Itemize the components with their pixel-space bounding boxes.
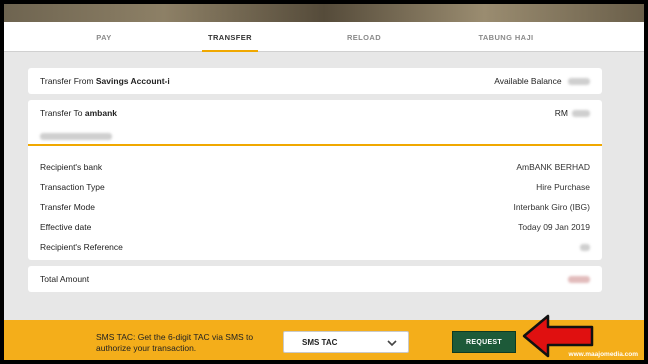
transfer-to-label: Transfer To ambank	[40, 108, 118, 118]
amount-value-redacted	[572, 110, 590, 118]
app-screen: PAY TRANSFER RELOAD TABUNG HAJI Transfer…	[4, 4, 644, 360]
total-row: Total Amount	[28, 266, 602, 292]
detail-row: Effective date Today 09 Jan 2019	[28, 220, 602, 234]
detail-value: Interbank Giro (IBG)	[513, 202, 590, 212]
detail-row: Recipient's Reference	[28, 240, 602, 254]
transfer-amount: RM	[555, 108, 590, 118]
watermark: www.maajomedia.com	[568, 351, 638, 358]
transfer-to-section: Transfer To ambank RM	[28, 100, 602, 146]
request-button[interactable]: REQUEST	[452, 331, 516, 353]
detail-value: AmBANK BERHAD	[516, 162, 590, 172]
detail-label: Recipient's bank	[40, 162, 103, 172]
detail-row: Transfer Mode Interbank Giro (IBG)	[28, 200, 602, 214]
detail-label: Recipient's Reference	[40, 242, 123, 252]
tac-instruction: SMS TAC: Get the 6-digit TAC via SMS to …	[96, 332, 254, 353]
transfer-from-card: Transfer From Savings Account-i Availabl…	[28, 68, 602, 94]
transfer-from-row: Transfer From Savings Account-i Availabl…	[28, 68, 602, 94]
detail-label: Effective date	[40, 222, 92, 232]
transfer-details-card: Transfer To ambank RM Recipient's bank A…	[28, 100, 602, 260]
detail-value: Today 09 Jan 2019	[518, 222, 590, 232]
total-card: Total Amount	[28, 266, 602, 292]
reference-value-redacted	[580, 243, 590, 251]
detail-value: Hire Purchase	[536, 182, 590, 192]
balance-value-redacted	[568, 78, 590, 86]
detail-row: Recipient's bank AmBANK BERHAD	[28, 160, 602, 174]
source-account-name: Savings Account-i	[95, 76, 170, 86]
available-balance-label: Available Balance	[494, 76, 562, 86]
total-label: Total Amount	[40, 274, 90, 284]
detail-label: Transfer Mode	[40, 202, 95, 212]
transfer-to-row: Transfer To ambank RM	[28, 106, 602, 120]
tab-transfer[interactable]: TRANSFER	[202, 22, 258, 52]
transfer-from-label: Transfer From Savings Account-i	[40, 76, 170, 86]
tab-reload[interactable]: RELOAD	[334, 22, 394, 52]
tac-method-select[interactable]: SMS TAC	[283, 331, 409, 353]
tab-pay[interactable]: PAY	[74, 22, 134, 52]
chevron-down-icon	[387, 340, 397, 347]
recipient-bank-short: ambank	[84, 108, 118, 118]
header-banner	[4, 4, 644, 22]
tac-method-value: SMS TAC	[302, 337, 338, 347]
recipient-account-redacted	[40, 127, 112, 145]
available-balance: Available Balance	[494, 76, 590, 86]
detail-label: Transaction Type	[40, 182, 105, 192]
tab-tabung-haji[interactable]: TABUNG HAJI	[466, 22, 546, 52]
detail-row: Transaction Type Hire Purchase	[28, 180, 602, 194]
total-value-redacted	[568, 275, 590, 283]
tab-bar: PAY TRANSFER RELOAD TABUNG HAJI	[4, 22, 644, 52]
